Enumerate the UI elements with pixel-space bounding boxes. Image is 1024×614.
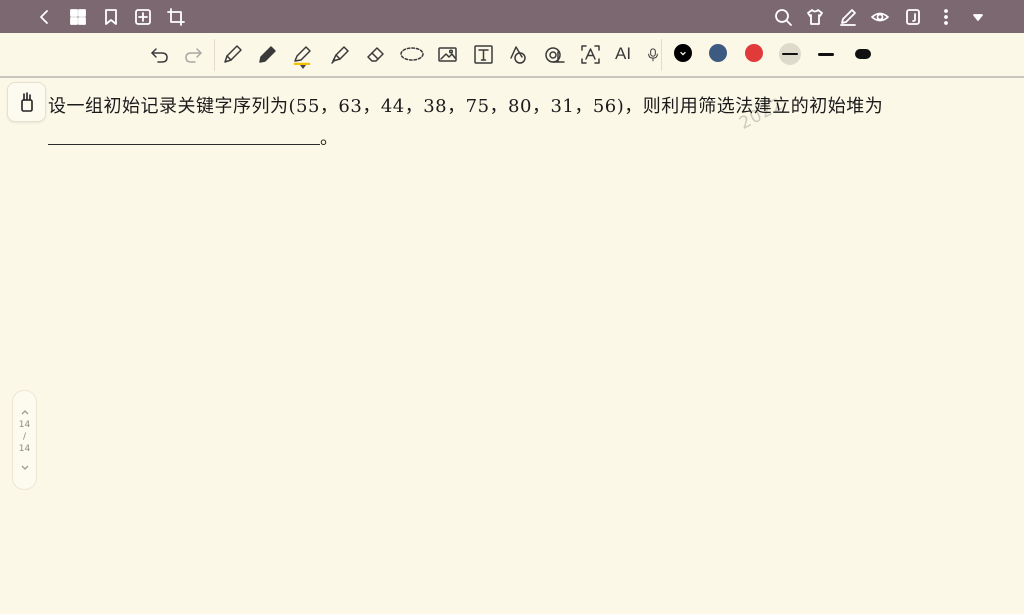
dropdown-icon[interactable] xyxy=(967,6,989,28)
crop-icon[interactable] xyxy=(165,6,187,28)
ocr-icon[interactable] xyxy=(578,42,602,66)
search-icon[interactable] xyxy=(772,6,794,28)
microphone-icon[interactable] xyxy=(646,42,660,66)
lasso-icon[interactable] xyxy=(398,42,426,66)
marker-icon[interactable] xyxy=(290,42,314,66)
shirt-icon[interactable] xyxy=(804,6,826,28)
ai-button[interactable]: AI xyxy=(615,44,631,64)
eye-icon[interactable] xyxy=(869,6,891,28)
highlighter-icon[interactable] xyxy=(327,42,351,66)
pen-sign-icon[interactable] xyxy=(837,6,859,28)
top-bar xyxy=(0,0,1024,33)
marker-options-caret[interactable] xyxy=(300,65,306,69)
selected-check-icon xyxy=(680,51,686,56)
shape-icon[interactable] xyxy=(506,42,530,66)
page-down-icon[interactable] xyxy=(19,459,31,471)
total-pages: 14 xyxy=(18,444,31,454)
add-page-icon[interactable] xyxy=(132,6,154,28)
toolbar-divider xyxy=(214,39,215,71)
pen-holder-icon xyxy=(20,92,33,112)
stroke-thick[interactable] xyxy=(852,43,874,65)
toolbar-divider xyxy=(661,39,662,71)
page-separator: / xyxy=(22,432,27,442)
page-navigator: 14 / 14 xyxy=(12,390,37,490)
pen-holder-button[interactable] xyxy=(7,82,46,122)
stroke-medium[interactable] xyxy=(815,43,837,65)
redo-icon[interactable] xyxy=(181,42,205,66)
answer-blank xyxy=(48,144,320,145)
stroke-thin[interactable] xyxy=(779,43,801,65)
color-swatch-red[interactable] xyxy=(745,44,763,62)
color-swatch-blue[interactable] xyxy=(709,44,727,62)
image-icon[interactable] xyxy=(435,42,459,66)
current-page: 14 xyxy=(18,420,31,430)
grid-icon[interactable] xyxy=(67,6,89,28)
pencil-icon[interactable] xyxy=(255,42,279,66)
pen-toolbar: AI xyxy=(0,33,1024,78)
back-icon[interactable] xyxy=(33,6,55,28)
more-icon[interactable] xyxy=(935,6,957,28)
question-period: 。 xyxy=(320,128,338,149)
bookmark-icon[interactable] xyxy=(100,6,122,28)
color-swatch-black[interactable] xyxy=(674,44,692,62)
book-icon[interactable] xyxy=(902,6,924,28)
textbox-icon[interactable] xyxy=(471,42,495,66)
page-up-icon[interactable] xyxy=(19,403,31,415)
page-indicator: 14 / 14 xyxy=(19,419,30,455)
undo-icon[interactable] xyxy=(147,42,171,66)
tape-icon[interactable] xyxy=(542,42,566,66)
question-text: 设一组初始记录关键字序列为(55，63，44，38，75，80，31，56)，则… xyxy=(48,96,884,117)
fountain-pen-icon[interactable] xyxy=(220,42,244,66)
eraser-icon[interactable] xyxy=(363,42,387,66)
